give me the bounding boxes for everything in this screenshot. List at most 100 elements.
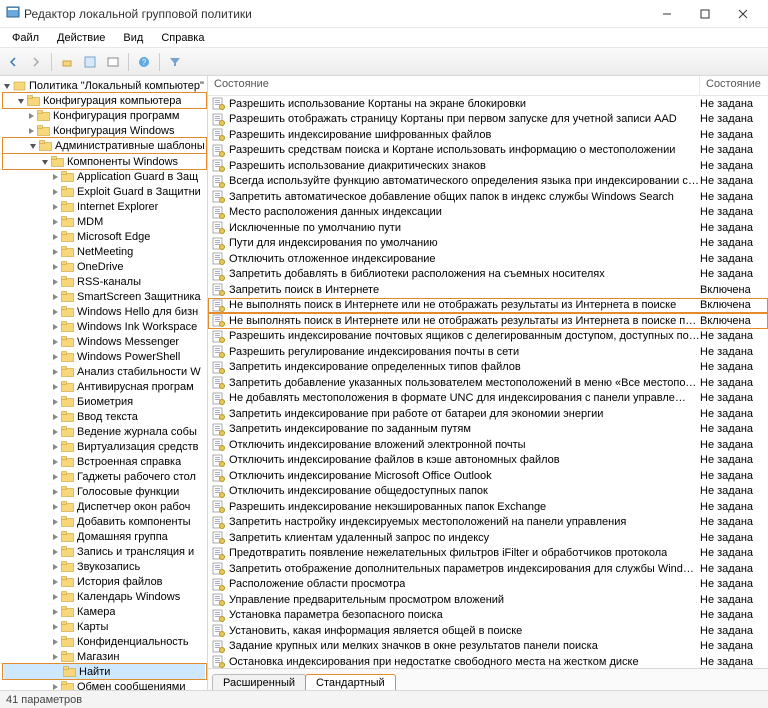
tree-item[interactable]: Windows Hello для бизн — [2, 304, 207, 319]
tree-item[interactable]: Обмен сообщениями — [2, 679, 207, 690]
tree-item[interactable]: Internet Explorer — [2, 199, 207, 214]
policy-row[interactable]: Запретить индексирование по заданным пут… — [208, 422, 768, 438]
tree-item[interactable]: Календарь Windows — [2, 589, 207, 604]
tree-item[interactable]: Карты — [2, 619, 207, 634]
policy-row[interactable]: Предотвратить появление нежелательных фи… — [208, 546, 768, 562]
tree-item[interactable]: MDM — [2, 214, 207, 229]
policy-row[interactable]: Разрешить индексирование почтовых ящиков… — [208, 329, 768, 345]
policy-row[interactable]: Отключить индексирование Microsoft Offic… — [208, 468, 768, 484]
policy-row[interactable]: Запретить клиентам удаленный запрос по и… — [208, 530, 768, 546]
close-button[interactable] — [724, 0, 762, 27]
policy-row[interactable]: Запретить автоматическое добавление общи… — [208, 189, 768, 205]
tree-item[interactable]: Биометрия — [2, 394, 207, 409]
tree-item[interactable]: Домашняя группа — [2, 529, 207, 544]
policy-row[interactable]: Пути для индексирования по умолчаниюНе з… — [208, 236, 768, 252]
tree-item[interactable]: Windows Messenger — [2, 334, 207, 349]
tree-item[interactable]: История файлов — [2, 574, 207, 589]
policy-row[interactable]: Расположение области просмотраНе задана — [208, 577, 768, 593]
policy-row[interactable]: Разрешить отображать страницу Кортаны пр… — [208, 112, 768, 128]
tree-item[interactable]: Exploit Guard в Защитни — [2, 184, 207, 199]
policy-row[interactable]: Разрешить использование диакритических з… — [208, 158, 768, 174]
tree-item[interactable]: Анализ стабильности W — [2, 364, 207, 379]
tree-item[interactable]: Конфигурация Windows — [2, 123, 207, 138]
policy-row[interactable]: Запретить индексирование определенных ти… — [208, 360, 768, 376]
tree-item[interactable]: Камера — [2, 604, 207, 619]
column-state2[interactable]: Состояние — [700, 76, 768, 95]
policy-row[interactable]: Установить, какая информация является об… — [208, 623, 768, 639]
policy-row[interactable]: Запретить отображение дополнительных пар… — [208, 561, 768, 577]
tree-item[interactable]: Конфигурация компьютера — [4, 93, 205, 108]
help-button[interactable]: ? — [133, 51, 155, 73]
menu-action[interactable]: Действие — [49, 30, 113, 46]
menu-file[interactable]: Файл — [4, 30, 47, 46]
policy-row[interactable]: Запретить поиск в ИнтернетеВключена — [208, 282, 768, 298]
tree-item[interactable]: Компоненты Windows — [4, 154, 205, 169]
up-button[interactable] — [56, 51, 78, 73]
tree-item[interactable]: Магазин — [2, 649, 207, 664]
policy-row[interactable]: Исключенные по умолчанию путиНе задана — [208, 220, 768, 236]
tree-item[interactable]: Антивирусная програм — [2, 379, 207, 394]
tree-item[interactable]: Звукозапись — [2, 559, 207, 574]
policy-row[interactable]: Разрешить индексирование шифрованных фай… — [208, 127, 768, 143]
tree-root[interactable]: Политика "Локальный компьютер" — [2, 78, 207, 93]
policy-row[interactable]: Не добавлять местоположения в формате UN… — [208, 391, 768, 407]
policy-row[interactable]: Разрешить индексирование некэшированных … — [208, 499, 768, 515]
policy-row[interactable]: Запретить добавлять в библиотеки располо… — [208, 267, 768, 283]
tree-item[interactable]: Запись и трансляция и — [2, 544, 207, 559]
tree-item[interactable]: Microsoft Edge — [2, 229, 207, 244]
tree-item[interactable]: Диспетчер окон рабоч — [2, 499, 207, 514]
tab-standard[interactable]: Стандартный — [305, 674, 396, 690]
list-header[interactable]: Состояние Состояние — [208, 76, 768, 96]
list-body[interactable]: Разрешить использование Кортаны на экран… — [208, 96, 768, 668]
policy-row[interactable]: Запретить добавление указанных пользоват… — [208, 375, 768, 391]
tabs: Расширенный Стандартный — [208, 668, 768, 690]
tree-item[interactable]: Конфигурация программ — [2, 108, 207, 123]
back-button[interactable] — [2, 51, 24, 73]
tree-item[interactable]: Виртуализация средств — [2, 439, 207, 454]
export-button[interactable] — [102, 51, 124, 73]
tree-item[interactable]: Ведение журнала собы — [2, 424, 207, 439]
tree-pane[interactable]: Политика "Локальный компьютер"Конфигурац… — [0, 76, 208, 690]
menu-view[interactable]: Вид — [115, 30, 151, 46]
menu-help[interactable]: Справка — [153, 30, 212, 46]
tree-item[interactable]: RSS-каналы — [2, 274, 207, 289]
filter-button[interactable] — [164, 51, 186, 73]
column-state[interactable]: Состояние — [208, 76, 700, 95]
policy-row[interactable]: Установка параметра безопасного поискаНе… — [208, 608, 768, 624]
policy-row[interactable]: Разрешить использование Кортаны на экран… — [208, 96, 768, 112]
forward-button[interactable] — [25, 51, 47, 73]
tree-item[interactable]: Голосовые функции — [2, 484, 207, 499]
tree-item[interactable]: Гаджеты рабочего стол — [2, 469, 207, 484]
policy-row[interactable]: Отключить индексирование файлов в кэше а… — [208, 453, 768, 469]
policy-row[interactable]: Управление предварительным просмотром вл… — [208, 592, 768, 608]
tab-extended[interactable]: Расширенный — [212, 674, 306, 690]
policy-row[interactable]: Отключить индексирование общедоступных п… — [208, 484, 768, 500]
tree-item[interactable]: Административные шаблоны — [4, 138, 205, 153]
policy-row[interactable]: Остановка индексирования при недостатке … — [208, 654, 768, 668]
policy-row[interactable]: Разрешить регулирование индексирования п… — [208, 344, 768, 360]
tree-item[interactable]: Найти — [4, 664, 205, 679]
tree-item[interactable]: NetMeeting — [2, 244, 207, 259]
tree-item[interactable]: Добавить компоненты — [2, 514, 207, 529]
policy-row[interactable]: Всегда используйте функцию автоматическо… — [208, 174, 768, 190]
tree-item[interactable]: Application Guard в Защ — [2, 169, 207, 184]
policy-row[interactable]: Не выполнять поиск в Интернете или не от… — [208, 313, 768, 329]
minimize-button[interactable] — [648, 0, 686, 27]
policy-row[interactable]: Отключить отложенное индексированиеНе за… — [208, 251, 768, 267]
tree-item[interactable]: Windows Ink Workspace — [2, 319, 207, 334]
policy-row[interactable]: Разрешить средствам поиска и Кортане исп… — [208, 143, 768, 159]
tree-item[interactable]: OneDrive — [2, 259, 207, 274]
policy-row[interactable]: Не выполнять поиск в Интернете или не от… — [208, 298, 768, 314]
tree-item[interactable]: Ввод текста — [2, 409, 207, 424]
tree-item[interactable]: Встроенная справка — [2, 454, 207, 469]
policy-row[interactable]: Отключить индексирование вложений электр… — [208, 437, 768, 453]
maximize-button[interactable] — [686, 0, 724, 27]
policy-row[interactable]: Запретить индексирование при работе от б… — [208, 406, 768, 422]
policy-row[interactable]: Запретить настройку индексируемых местоп… — [208, 515, 768, 531]
tree-item[interactable]: SmartScreen Защитника — [2, 289, 207, 304]
policy-row[interactable]: Место расположения данных индексацииНе з… — [208, 205, 768, 221]
show-hide-button[interactable] — [79, 51, 101, 73]
tree-item[interactable]: Конфиденциальность — [2, 634, 207, 649]
tree-item[interactable]: Windows PowerShell — [2, 349, 207, 364]
policy-row[interactable]: Задание крупных или мелких значков в окн… — [208, 639, 768, 655]
